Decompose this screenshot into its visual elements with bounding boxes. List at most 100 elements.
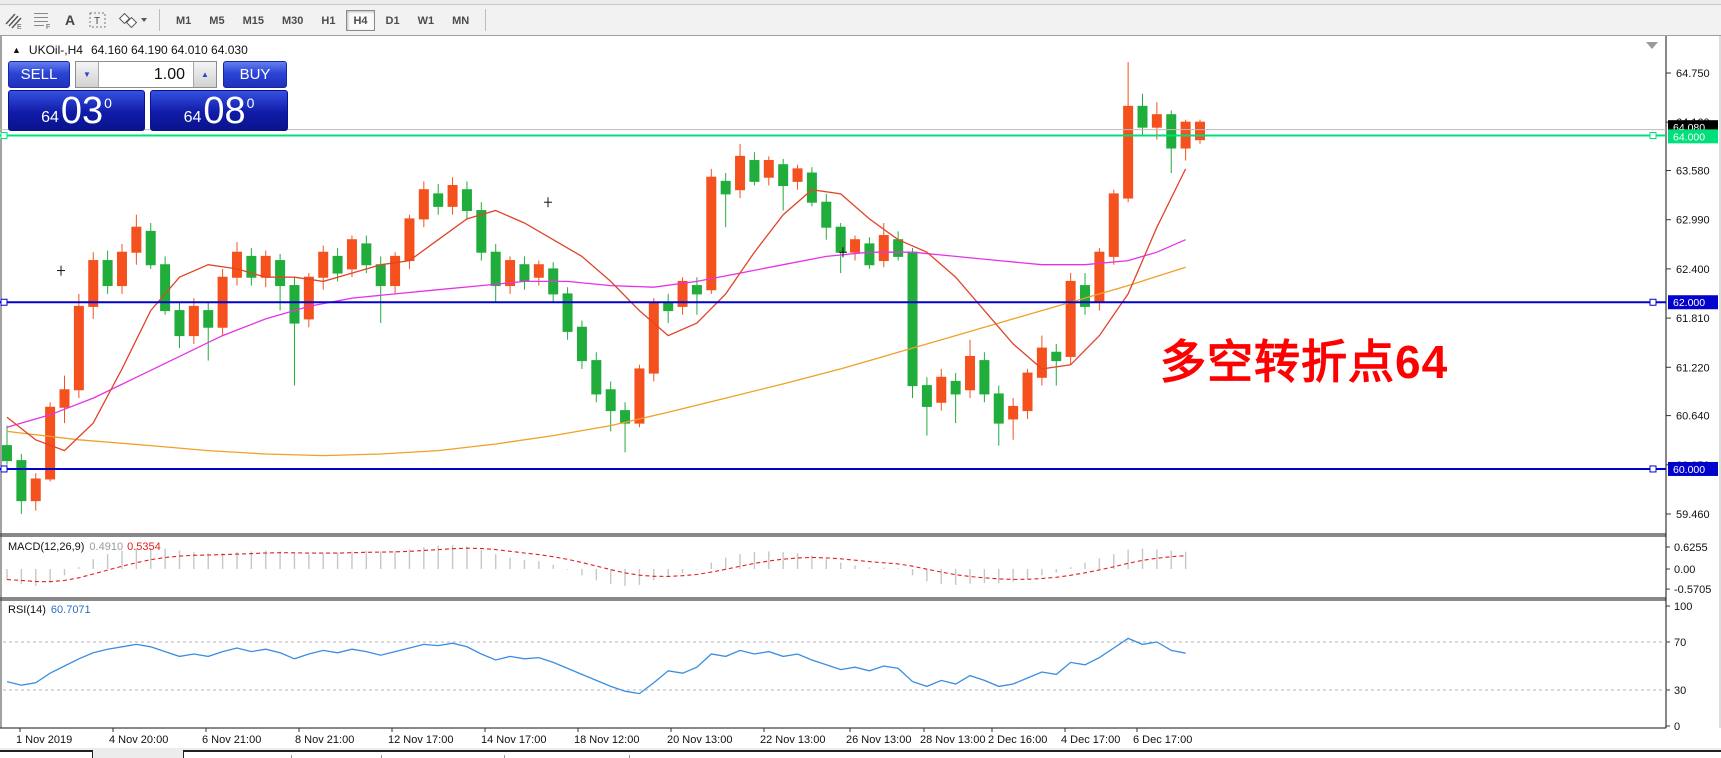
toolbar-separator	[159, 9, 160, 31]
grid-icon[interactable]: F	[29, 8, 55, 32]
candle-body	[1151, 114, 1162, 128]
ask-price-panel[interactable]: 64 08 0	[150, 90, 288, 131]
candle-body	[1008, 405, 1019, 420]
line-anchor-handle	[0, 298, 8, 306]
candle-body	[749, 160, 760, 182]
timeframe-button-d1[interactable]: D1	[379, 10, 407, 31]
time-axis-label: 12 Nov 17:00	[388, 734, 453, 746]
candle-body	[576, 326, 587, 362]
timeframe-button-m30[interactable]: M30	[275, 10, 310, 31]
line-anchor-handle	[0, 465, 8, 473]
candle-body	[835, 226, 846, 253]
price-tag-label: 64.000	[1673, 131, 1705, 143]
chart-shift-icon	[1646, 42, 1658, 49]
price-tick-label: 59.460	[1676, 509, 1710, 521]
timeframe-button-mn[interactable]: MN	[445, 10, 476, 31]
candle-body	[735, 155, 746, 191]
background-windows-strip	[0, 748, 1721, 758]
price-tick-label: 63.580	[1676, 166, 1710, 178]
ask-pip: 0	[246, 94, 255, 111]
timeframe-button-h4[interactable]: H4	[346, 9, 375, 31]
line-anchor-handle	[0, 132, 8, 140]
candle-body	[303, 276, 314, 320]
candle-body	[979, 360, 990, 395]
rsi-line	[6, 637, 1186, 695]
price-tick-label: 62.990	[1676, 215, 1710, 227]
price-tick-label: 64.750	[1676, 68, 1710, 80]
time-axis-label: 26 Nov 13:00	[846, 734, 911, 746]
textbox-icon[interactable]: T	[85, 8, 111, 32]
candle-body	[131, 226, 142, 253]
candle-body	[275, 260, 286, 287]
volume-input[interactable]	[99, 62, 193, 87]
candle-body	[533, 264, 544, 278]
shapes-icon[interactable]	[113, 8, 151, 32]
candle-body	[375, 264, 386, 287]
chart-canvas[interactable]: 64.75064.16063.58062.99062.40061.81061.2…	[0, 36, 1721, 758]
time-axis-label: 8 Nov 21:00	[295, 734, 354, 746]
candle-body	[878, 235, 889, 262]
sell-button[interactable]: SELL	[8, 61, 70, 88]
svg-text:E: E	[17, 24, 22, 30]
time-axis-label: 6 Nov 21:00	[202, 734, 261, 746]
background-window-edge[interactable]	[183, 750, 1721, 758]
bid-integer: 64	[41, 108, 59, 126]
candle-body	[806, 172, 817, 203]
candle-body	[936, 376, 947, 403]
candle-body	[691, 285, 702, 295]
timeframe-button-w1[interactable]: W1	[411, 10, 442, 31]
chart-window[interactable]: 64.75064.16063.58062.99062.40061.81061.2…	[0, 36, 1721, 758]
bid-price-panel[interactable]: 64 03 0	[8, 90, 145, 131]
price-tag-label: 60.000	[1673, 464, 1705, 476]
price-tick-label: 62.400	[1676, 264, 1710, 276]
time-axis-label: 22 Nov 13:00	[760, 734, 825, 746]
candle-body	[921, 385, 932, 407]
symbol-period-label: UKOil-,H4	[28, 43, 83, 57]
macd-tick-label: 0.00	[1674, 564, 1695, 576]
candle-body	[850, 239, 861, 253]
indicators-icon[interactable]: E	[1, 8, 27, 32]
time-axis-label: 1 Nov 2019	[16, 734, 72, 746]
rsi-name: RSI(14)	[8, 604, 46, 616]
candle-body	[893, 239, 904, 257]
collapse-panel-icon[interactable]: ▲	[12, 45, 21, 55]
candle-body	[88, 260, 99, 307]
timeframe-button-m15[interactable]: M15	[236, 10, 271, 31]
candle-body	[1051, 351, 1062, 362]
candle-body	[778, 164, 789, 187]
price-tag-label: 62.000	[1673, 297, 1705, 309]
volume-decrease-icon[interactable]: ▼	[76, 62, 99, 87]
timeframe-button-m1[interactable]: M1	[169, 10, 198, 31]
one-click-trading-panel: SELL ▼ ▲ BUY 64 03 0 64 08 0	[8, 61, 290, 131]
candle-body	[1137, 105, 1148, 128]
rsi-value: 60.7071	[50, 604, 91, 616]
candle-body	[332, 255, 343, 274]
buy-button[interactable]: BUY	[223, 61, 287, 88]
timeframe-button-h1[interactable]: H1	[314, 10, 342, 31]
candle-body	[116, 251, 127, 287]
volume-increase-icon[interactable]: ▲	[193, 62, 216, 87]
chart-annotation-text: 多空转折点64	[1160, 336, 1449, 388]
candle-body	[648, 301, 659, 374]
rsi-tick-label: 30	[1674, 685, 1686, 697]
candle-body	[706, 176, 717, 291]
candle-body	[1036, 347, 1047, 378]
candle-body	[361, 243, 372, 266]
macd-main-value: 0.4910	[89, 541, 124, 553]
line-anchor-handle	[1649, 298, 1657, 306]
letter-a-icon[interactable]: A	[57, 8, 83, 32]
macd-name: MACD(12,26,9)	[8, 541, 85, 553]
background-window-edge[interactable]	[0, 750, 93, 758]
macd-indicator-label: MACD(12,26,9) 0.4910 0.5354	[8, 541, 161, 553]
time-axis-label: 6 Dec 17:00	[1133, 734, 1192, 746]
chart-title: ▲ UKOil-,H4 64.160 64.190 64.010 64.030	[12, 43, 248, 57]
timeframe-button-m5[interactable]: M5	[202, 10, 231, 31]
bid-decimals: 03	[60, 89, 104, 132]
price-tick-label: 60.640	[1676, 411, 1710, 423]
candle-body	[188, 305, 199, 337]
candle-body	[289, 285, 300, 324]
candle-body	[993, 393, 1004, 424]
candle-body	[562, 293, 573, 332]
svg-text:F: F	[46, 24, 50, 30]
candle-body	[73, 305, 84, 391]
